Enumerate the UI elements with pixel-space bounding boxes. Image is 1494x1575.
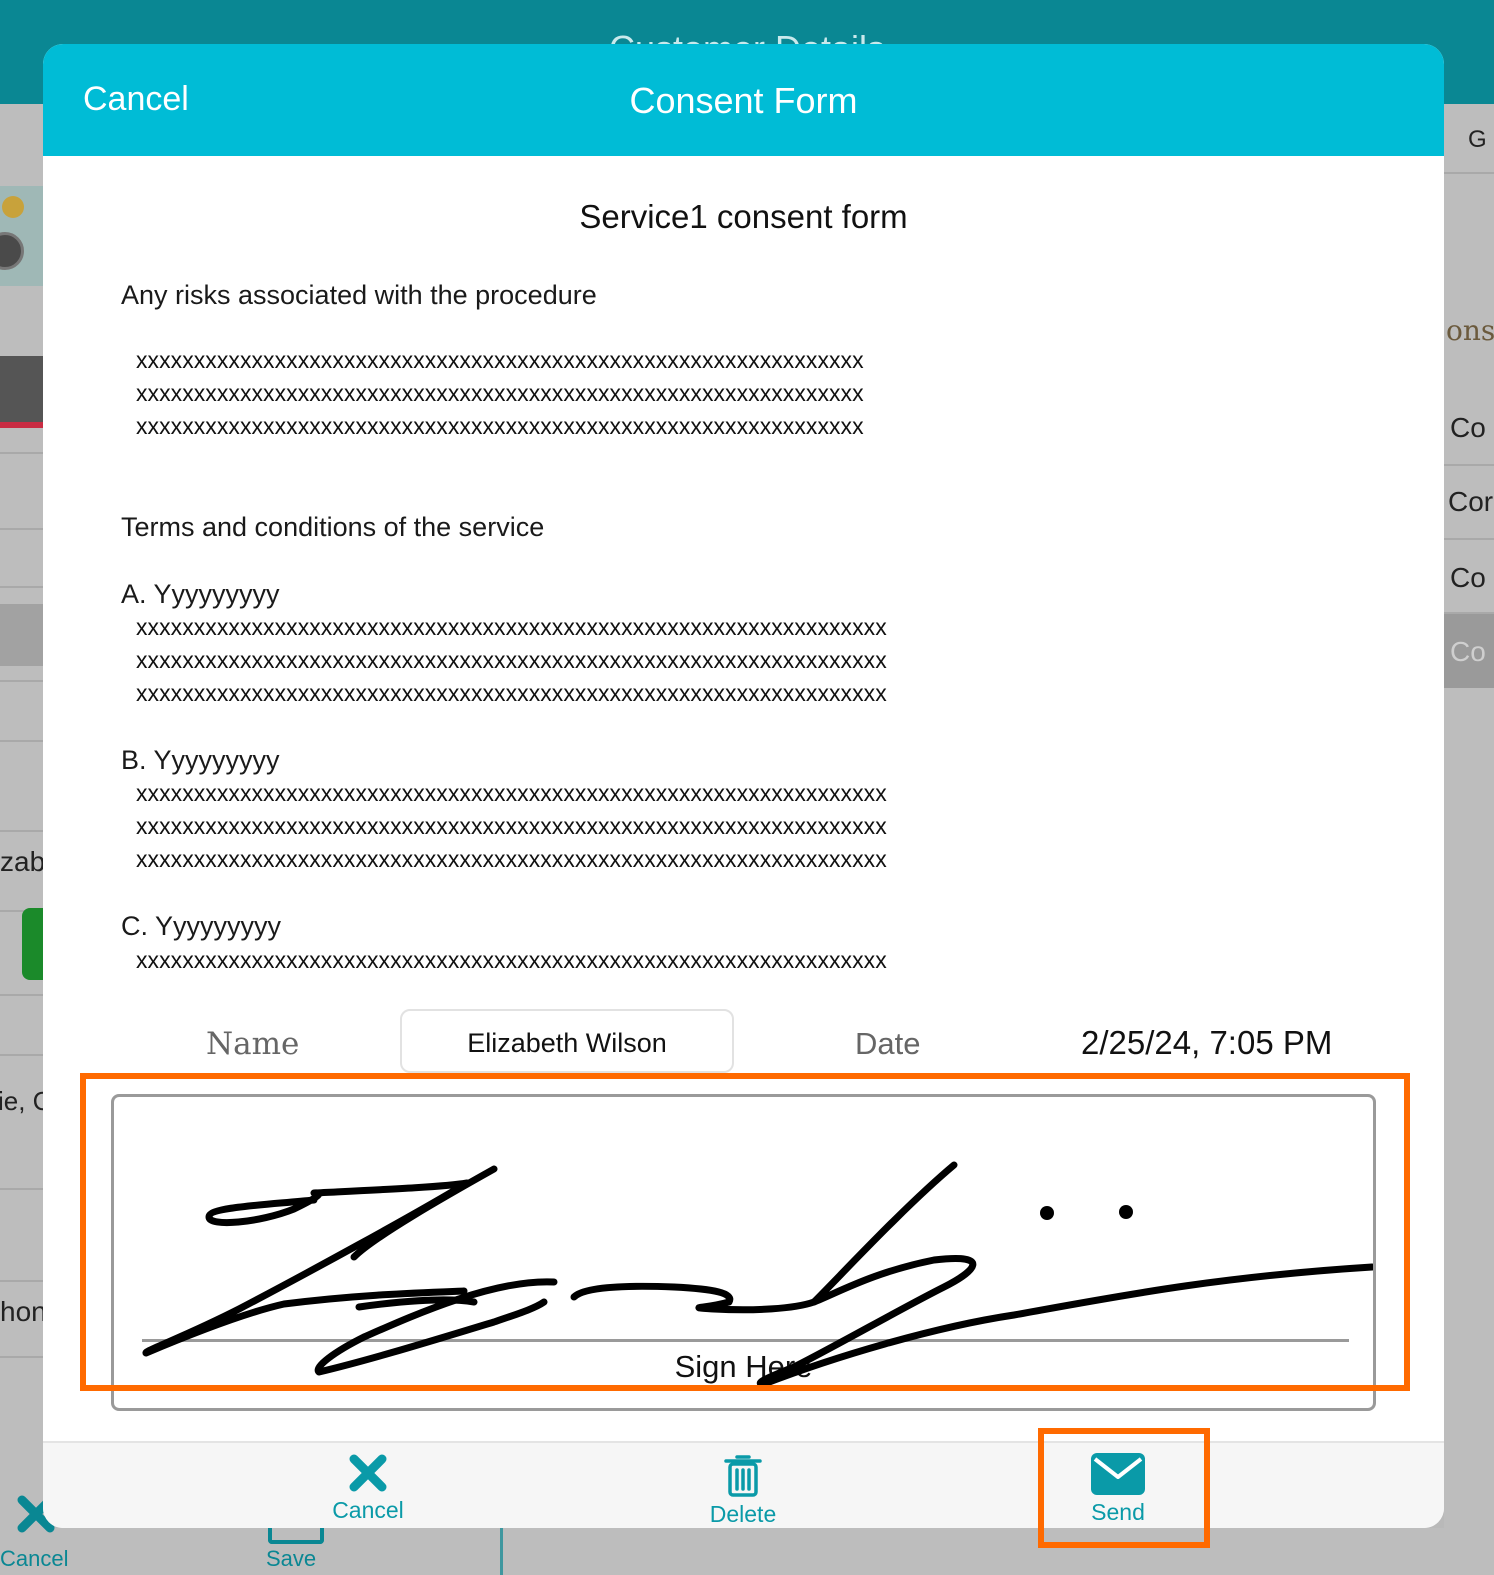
term-line: xxxxxxxxxxxxxxxxxxxxxxxxxxxxxxxxxxxxxxxx…: [136, 947, 887, 973]
term-line: xxxxxxxxxxxxxxxxxxxxxxxxxxxxxxxxxxxxxxxx…: [136, 846, 887, 872]
term-line: xxxxxxxxxxxxxxxxxxxxxxxxxxxxxxxxxxxxxxxx…: [136, 647, 887, 673]
close-x-icon: [349, 1454, 387, 1492]
background-snippet: G: [1468, 126, 1487, 153]
term-line: xxxxxxxxxxxxxxxxxxxxxxxxxxxxxxxxxxxxxxxx…: [136, 780, 887, 806]
toolbar-send-button[interactable]: Send: [1028, 1451, 1208, 1526]
background-tab-save: Save: [266, 1546, 317, 1571]
modal-header: Cancel Consent Form: [43, 44, 1444, 156]
risks-heading: Any risks associated with the procedure: [121, 280, 597, 310]
term-item-text: xxxxxxxxxxxxxxxxxxxxxxxxxxxxxxxxxxxxxxxx…: [136, 611, 887, 710]
form-toolbar: Cancel Delete Send: [43, 1441, 1444, 1528]
camera-icon: [0, 232, 24, 270]
risks-line: xxxxxxxxxxxxxxxxxxxxxxxxxxxxxxxxxxxxxxxx…: [136, 413, 864, 439]
background-snippet: Cor: [1448, 486, 1494, 517]
signature-drawing: [142, 1161, 1373, 1388]
term-item-text: xxxxxxxxxxxxxxxxxxxxxxxxxxxxxxxxxxxxxxxx…: [136, 944, 887, 977]
signature-pad[interactable]: Sign Here: [111, 1094, 1376, 1411]
background-selected-row: [0, 604, 44, 666]
modal-title: Consent Form: [629, 80, 858, 121]
background-snippet: Co: [1450, 562, 1486, 593]
term-item-text: xxxxxxxxxxxxxxxxxxxxxxxxxxxxxxxxxxxxxxxx…: [136, 777, 887, 876]
risks-line: xxxxxxxxxxxxxxxxxxxxxxxxxxxxxxxxxxxxxxxx…: [136, 347, 864, 373]
background-red-strip: [0, 422, 44, 428]
save-icon: [268, 1528, 324, 1544]
term-line: xxxxxxxxxxxxxxxxxxxxxxxxxxxxxxxxxxxxxxxx…: [136, 680, 887, 706]
envelope-icon: [1091, 1453, 1145, 1495]
background-snippet: Co: [1450, 636, 1486, 667]
terms-heading: Terms and conditions of the service: [121, 512, 545, 542]
toolbar-cancel-button[interactable]: Cancel: [278, 1451, 458, 1524]
risks-line: xxxxxxxxxxxxxxxxxxxxxxxxxxxxxxxxxxxxxxxx…: [136, 380, 864, 406]
term-item-label: B. Yyyyyyyyy: [121, 745, 280, 775]
background-dark-block: [0, 356, 44, 422]
background-tab-cancel: Cancel: [0, 1546, 69, 1571]
term-line: xxxxxxxxxxxxxxxxxxxxxxxxxxxxxxxxxxxxxxxx…: [136, 813, 887, 839]
name-field[interactable]: Elizabeth Wilson: [400, 1009, 734, 1073]
background-snippet: hon: [0, 1296, 47, 1327]
date-value: 2/25/24, 7:05 PM: [1081, 1024, 1333, 1061]
background-snippet: ons: [1446, 314, 1494, 347]
form-title: Service1 consent form: [579, 198, 908, 235]
background-thumbnail: [0, 186, 44, 286]
risks-text: xxxxxxxxxxxxxxxxxxxxxxxxxxxxxxxxxxxxxxxx…: [136, 344, 864, 443]
toolbar-cancel-label: Cancel: [332, 1497, 404, 1523]
background-right-panel: G ons Co Cor Co Co: [1444, 104, 1494, 1575]
term-item-label: A. Yyyyyyyyy: [121, 579, 280, 609]
background-left-panel: [0, 104, 44, 1575]
term-line: xxxxxxxxxxxxxxxxxxxxxxxxxxxxxxxxxxxxxxxx…: [136, 614, 887, 640]
term-item-label: C. Yyyyyyyyy: [121, 911, 282, 941]
phone-icon: [22, 908, 44, 980]
toolbar-delete-label: Delete: [709, 1501, 777, 1527]
toolbar-delete-button[interactable]: Delete: [653, 1451, 833, 1528]
background-tab-bar: Cancel Save: [0, 1528, 1494, 1575]
name-label: Name: [206, 1026, 300, 1062]
trash-icon: [724, 1455, 762, 1497]
date-label: Date: [855, 1026, 921, 1061]
consent-form-modal: Cancel Consent Form Service1 consent for…: [43, 44, 1444, 1528]
toolbar-send-label: Send: [1091, 1499, 1145, 1525]
background-snippet: Co: [1450, 412, 1486, 443]
background-snippet: zab: [0, 846, 46, 877]
